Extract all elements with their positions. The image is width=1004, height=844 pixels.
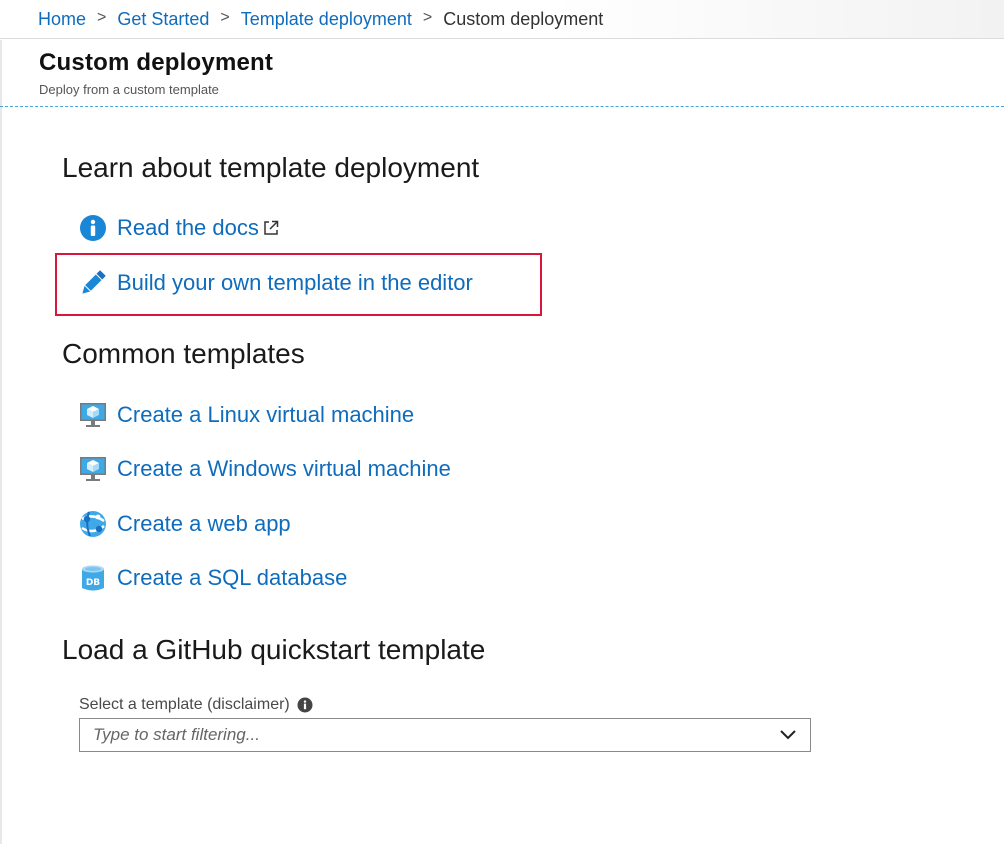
sql-database-link[interactable]: DB Create a SQL database	[78, 562, 347, 594]
build-template-label: Build your own template in the editor	[117, 270, 473, 295]
breadcrumb-separator: >	[422, 9, 433, 26]
build-template-link[interactable]: Build your own template in the editor	[78, 267, 473, 299]
breadcrumb-template-deployment[interactable]: Template deployment	[241, 9, 412, 30]
breadcrumb-current: Custom deployment	[443, 8, 604, 29]
virtual-machine-icon	[78, 400, 108, 430]
info-icon	[78, 213, 108, 243]
select-template-label-text: Select a template (disclaimer)	[79, 696, 290, 713]
common-templates-heading: Common templates	[62, 338, 305, 369]
breadcrumb: Home > Get Started > Template deployment…	[0, 0, 1004, 39]
windows-vm-link[interactable]: Create a Windows virtual machine	[78, 453, 451, 485]
breadcrumb-separator: >	[97, 9, 107, 26]
breadcrumb-home[interactable]: Home	[38, 9, 86, 30]
pencil-icon	[78, 268, 108, 298]
virtual-machine-icon	[78, 454, 108, 484]
linux-vm-label: Create a Linux virtual machine	[117, 402, 415, 427]
page-title: Custom deployment	[39, 49, 274, 76]
chevron-down-icon[interactable]	[778, 725, 798, 745]
web-app-label: Create a web app	[117, 511, 291, 536]
breadcrumb-separator: >	[220, 9, 230, 26]
select-template-label: Select a template (disclaimer)	[79, 696, 313, 714]
linux-vm-link[interactable]: Create a Linux virtual machine	[78, 399, 414, 431]
info-icon[interactable]	[297, 697, 313, 713]
blade-left-edge	[0, 40, 2, 844]
blade-header: Custom deployment Deploy from a custom t…	[0, 40, 1004, 107]
breadcrumb-get-started[interactable]: Get Started	[117, 9, 209, 30]
sql-database-icon: DB	[78, 563, 108, 593]
template-select-placeholder: Type to start filtering...	[93, 725, 260, 744]
read-the-docs-link[interactable]: Read the docs	[78, 212, 280, 244]
read-the-docs-label: Read the docs	[117, 215, 259, 240]
template-select[interactable]: Type to start filtering...	[79, 718, 811, 752]
windows-vm-label: Create a Windows virtual machine	[117, 456, 451, 481]
external-link-icon	[262, 219, 280, 237]
sql-database-label: Create a SQL database	[117, 565, 348, 590]
web-app-link[interactable]: Create a web app	[78, 508, 291, 540]
page-subtitle: Deploy from a custom template	[39, 82, 219, 97]
learn-heading: Learn about template deployment	[62, 152, 480, 183]
svg-text:DB: DB	[86, 578, 100, 588]
github-heading: Load a GitHub quickstart template	[62, 634, 486, 665]
web-app-icon	[78, 509, 108, 539]
